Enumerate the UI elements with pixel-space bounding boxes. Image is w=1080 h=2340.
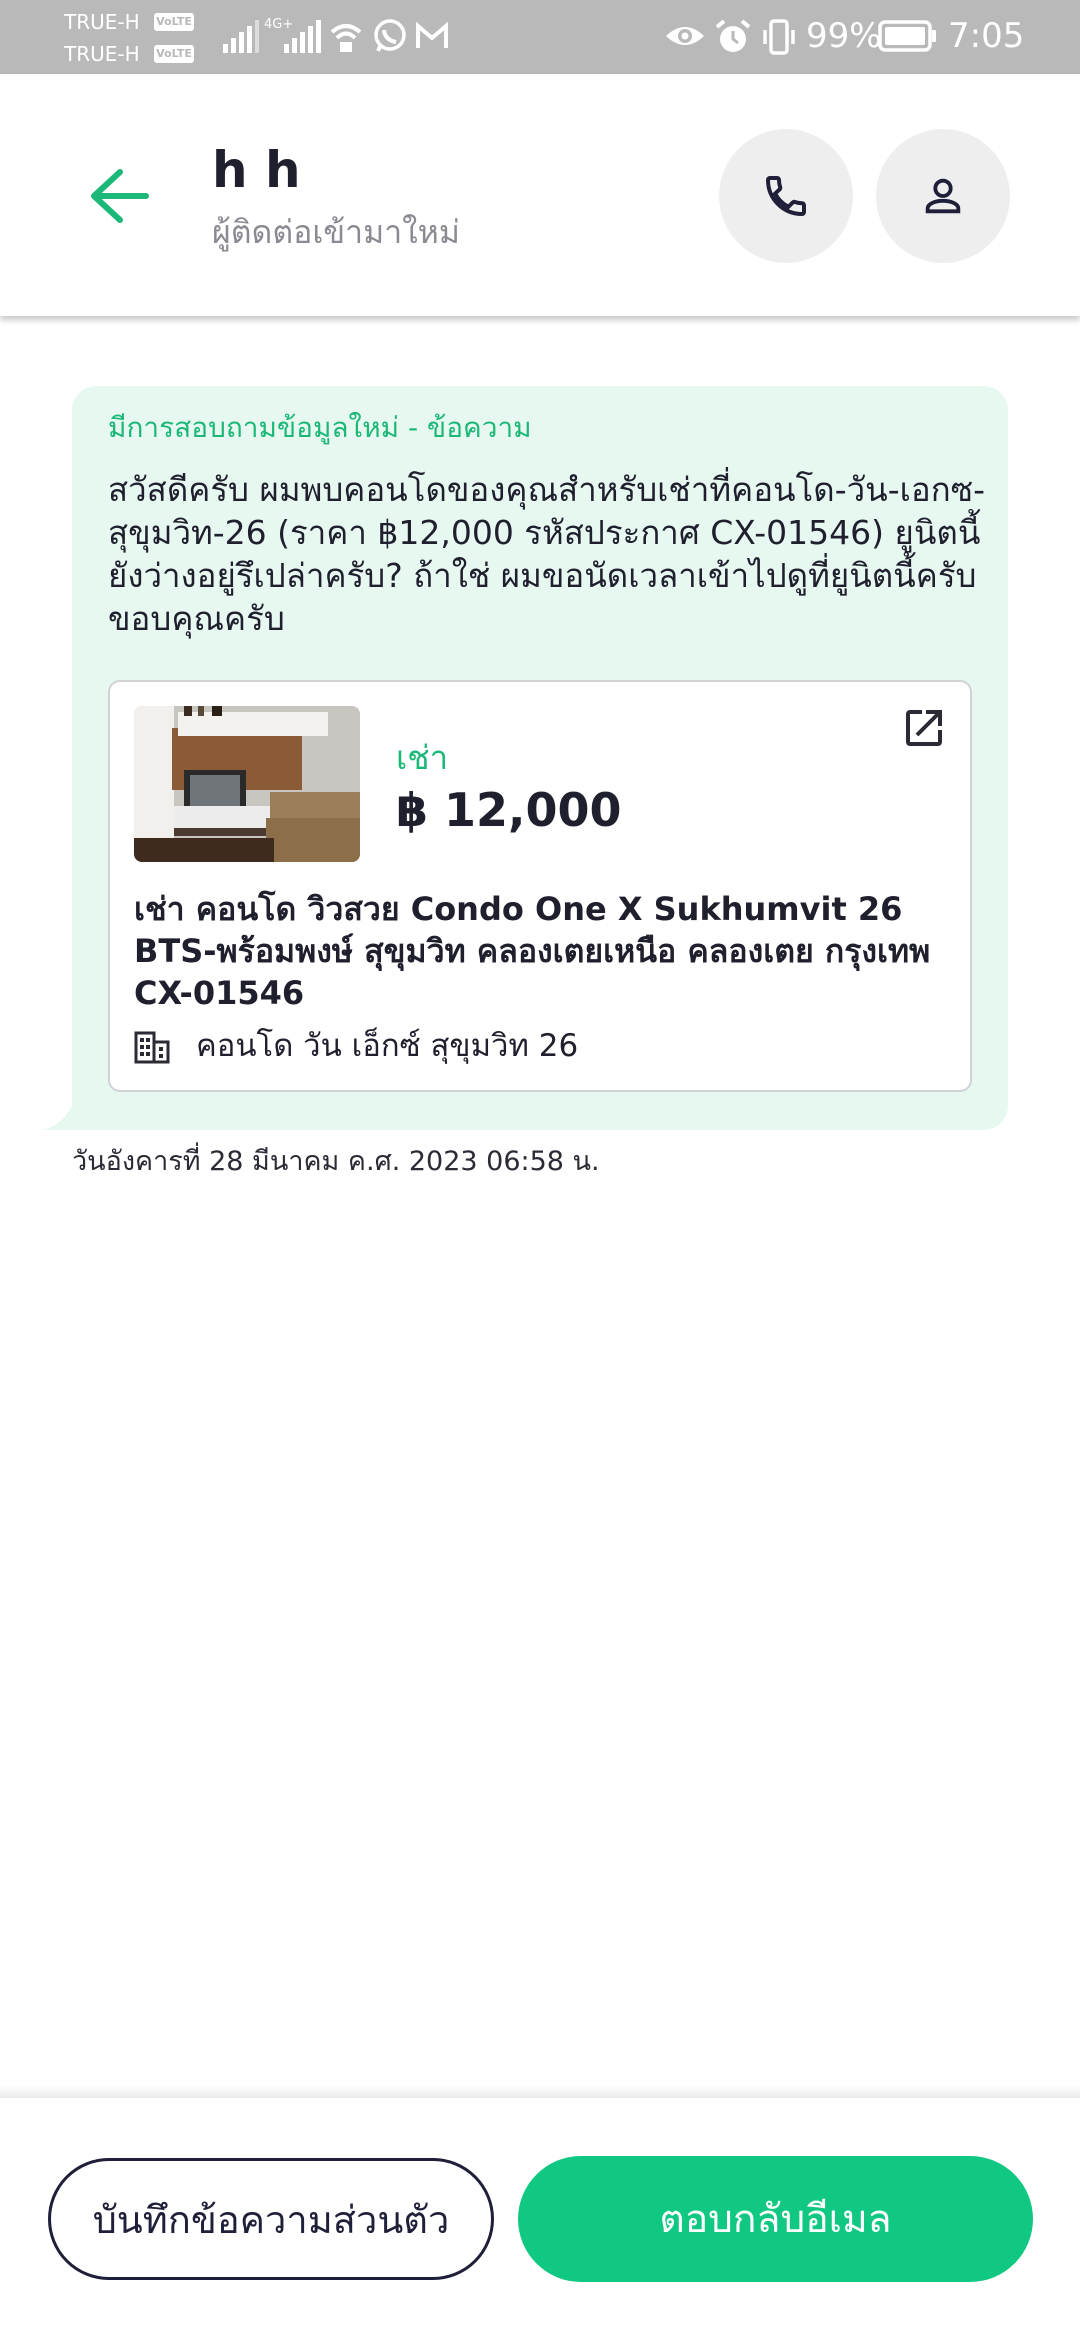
reply-email-button[interactable]: ตอบกลับอีเมล: [518, 2156, 1033, 2282]
bottom-action-bar: บันทึกข้อความส่วนตัว ตอบกลับอีเมล: [0, 2098, 1080, 2340]
signal-2-icon: [284, 20, 321, 53]
signal-icon: [223, 20, 259, 53]
private-note-button[interactable]: บันทึกข้อความส่วนตัว: [48, 2158, 494, 2280]
listing-type: เช่า: [396, 738, 449, 777]
vibrate-icon: [763, 19, 795, 55]
bubble-tail: [42, 1094, 76, 1130]
message-timestamp: วันอังคารที่ 28 มีนาคม ค.ศ. 2023 06:58 น…: [72, 1146, 600, 1177]
message-title: มีการสอบถามข้อมูลใหม่ - ข้อความ: [108, 411, 532, 444]
screen: TRUE-H VoLTE TRUE-H VoLTE 4G+ 99% 7:05 h…: [0, 0, 1080, 2340]
phone-icon: [765, 176, 806, 217]
volte-badge-1: VoLTE: [154, 13, 194, 31]
alarm-icon: [715, 19, 751, 52]
listing-thumbnail[interactable]: [134, 706, 360, 862]
person-icon: [925, 178, 961, 214]
message-body: สวัสดีครับ ผมพบคอนโดของคุณสำหรับเช่าที่ค…: [108, 470, 986, 638]
external-link-icon[interactable]: [900, 704, 948, 752]
listing-card[interactable]: เช่า ฿ 12,000 เช่า คอนโด วิวสวย Condo On…: [108, 680, 972, 1092]
call-button[interactable]: [719, 129, 853, 263]
building-icon: [134, 1031, 170, 1064]
battery-percent: 99%: [806, 16, 882, 56]
whatsapp-icon: [374, 19, 406, 52]
listing-project-name: คอนโด วัน เอ็กซ์ สุขุมวิท 26: [196, 1028, 579, 1064]
bottom-divider: [0, 2086, 1080, 2098]
volte-badge-2: VoLTE: [154, 45, 194, 63]
listing-title: เช่า คอนโด วิวสวย Condo One X Sukhumvit …: [134, 890, 931, 1012]
message-bubble: มีการสอบถามข้อมูลใหม่ - ข้อความ สวัสดีคร…: [72, 386, 1008, 1130]
status-bar: TRUE-H VoLTE TRUE-H VoLTE 4G+ 99% 7:05: [0, 0, 1080, 74]
gmail-icon: [416, 21, 448, 48]
clock: 7:05: [948, 16, 1025, 56]
listing-price: ฿ 12,000: [396, 783, 622, 837]
wifi-icon: [330, 24, 362, 52]
carrier-2-label: TRUE-H: [64, 42, 140, 66]
battery-icon: [878, 20, 936, 52]
eye-icon: [666, 27, 704, 45]
contact-status: ผู้ติดต่อเข้ามาใหม่: [212, 213, 460, 251]
contact-profile-button[interactable]: [876, 129, 1010, 263]
conversation-header: h h ผู้ติดต่อเข้ามาใหม่: [0, 74, 1080, 316]
carrier-1-label: TRUE-H: [64, 10, 140, 34]
contact-name: h h: [212, 141, 301, 199]
back-arrow-icon[interactable]: [86, 166, 152, 226]
